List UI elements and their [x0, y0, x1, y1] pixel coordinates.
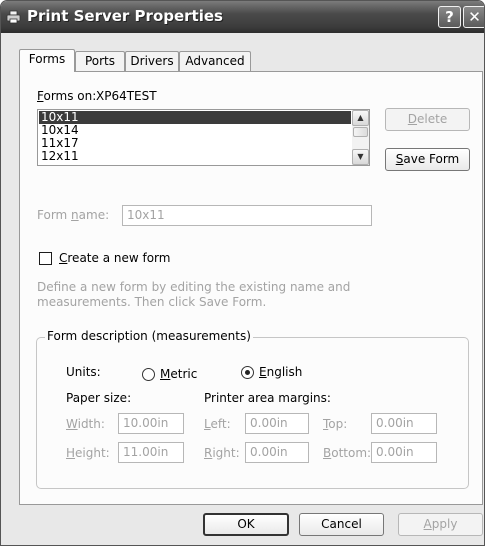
- print-server-properties-window: Print Server Properties ? ✕ Forms Ports …: [0, 0, 485, 546]
- left-margin-field[interactable]: 0.00in: [245, 413, 309, 434]
- cancel-button[interactable]: Cancel: [299, 513, 384, 536]
- metric-radio[interactable]: [142, 368, 155, 381]
- listbox-scrollbar[interactable]: ▲ ▼: [352, 110, 369, 165]
- hint-line-2: measurements. Then click Save Form.: [37, 295, 267, 309]
- width-label: Width:: [66, 417, 105, 431]
- tab-forms[interactable]: Forms: [19, 49, 75, 72]
- radio-selected-dot: [245, 370, 250, 375]
- measurements-group-title: Form description (measurements): [45, 329, 253, 343]
- save-form-button[interactable]: Save Form: [385, 148, 470, 171]
- chevron-up-icon: ▲: [357, 113, 364, 122]
- tab-ports[interactable]: Ports: [75, 51, 125, 71]
- list-item[interactable]: 10x11: [39, 111, 351, 124]
- height-label: Height:: [66, 446, 110, 460]
- left-margin-label: Left:: [204, 417, 231, 431]
- list-item[interactable]: 12x11: [39, 150, 351, 163]
- form-name-label: Form name:: [37, 208, 110, 222]
- chevron-down-icon: ▼: [357, 152, 364, 161]
- hint-line-1: Define a new form by editing the existin…: [37, 280, 351, 294]
- bottom-margin-label: Bottom:: [323, 446, 372, 460]
- top-margin-field[interactable]: 0.00in: [371, 413, 437, 434]
- help-button[interactable]: ?: [438, 6, 461, 28]
- tab-drivers[interactable]: Drivers: [125, 51, 179, 71]
- scroll-thumb[interactable]: [353, 127, 368, 137]
- units-label: Units:: [66, 365, 101, 379]
- right-margin-label: Right:: [204, 446, 240, 460]
- title-bar[interactable]: Print Server Properties ? ✕: [1, 1, 484, 33]
- margins-label: Printer area margins:: [204, 391, 331, 405]
- close-button[interactable]: ✕: [463, 6, 484, 28]
- create-new-form-label[interactable]: Create a new form: [59, 251, 170, 265]
- tab-advanced[interactable]: Advanced: [179, 51, 251, 71]
- forms-on-label: Forms on:: [37, 89, 97, 103]
- height-field[interactable]: 11.00in: [118, 442, 184, 463]
- metric-label[interactable]: Metric: [160, 367, 197, 381]
- apply-button[interactable]: Apply: [398, 513, 483, 536]
- scroll-down-button[interactable]: ▼: [352, 149, 369, 165]
- window-title: Print Server Properties: [27, 7, 223, 25]
- english-radio[interactable]: [241, 366, 254, 379]
- english-label[interactable]: English: [259, 365, 302, 379]
- scroll-up-button[interactable]: ▲: [352, 110, 369, 126]
- forms-listbox[interactable]: 10x11 10x14 11x17 12x11 ▲ ▼: [37, 109, 370, 166]
- width-field[interactable]: 10.00in: [118, 413, 184, 434]
- bottom-margin-field[interactable]: 0.00in: [371, 442, 437, 463]
- close-icon: ✕: [468, 8, 481, 26]
- delete-button[interactable]: Delete: [385, 108, 470, 131]
- printer-icon: [6, 10, 21, 24]
- list-item[interactable]: 10x14: [39, 124, 351, 137]
- form-name-field[interactable]: 10x11: [122, 205, 372, 226]
- right-margin-field[interactable]: 0.00in: [245, 442, 309, 463]
- paper-size-label: Paper size:: [66, 391, 132, 405]
- server-name: XP64TEST: [96, 89, 157, 103]
- list-item[interactable]: 11x17: [39, 137, 351, 150]
- top-margin-label: Top:: [323, 417, 348, 431]
- create-new-form-checkbox[interactable]: [39, 252, 52, 265]
- ok-button[interactable]: OK: [203, 513, 289, 536]
